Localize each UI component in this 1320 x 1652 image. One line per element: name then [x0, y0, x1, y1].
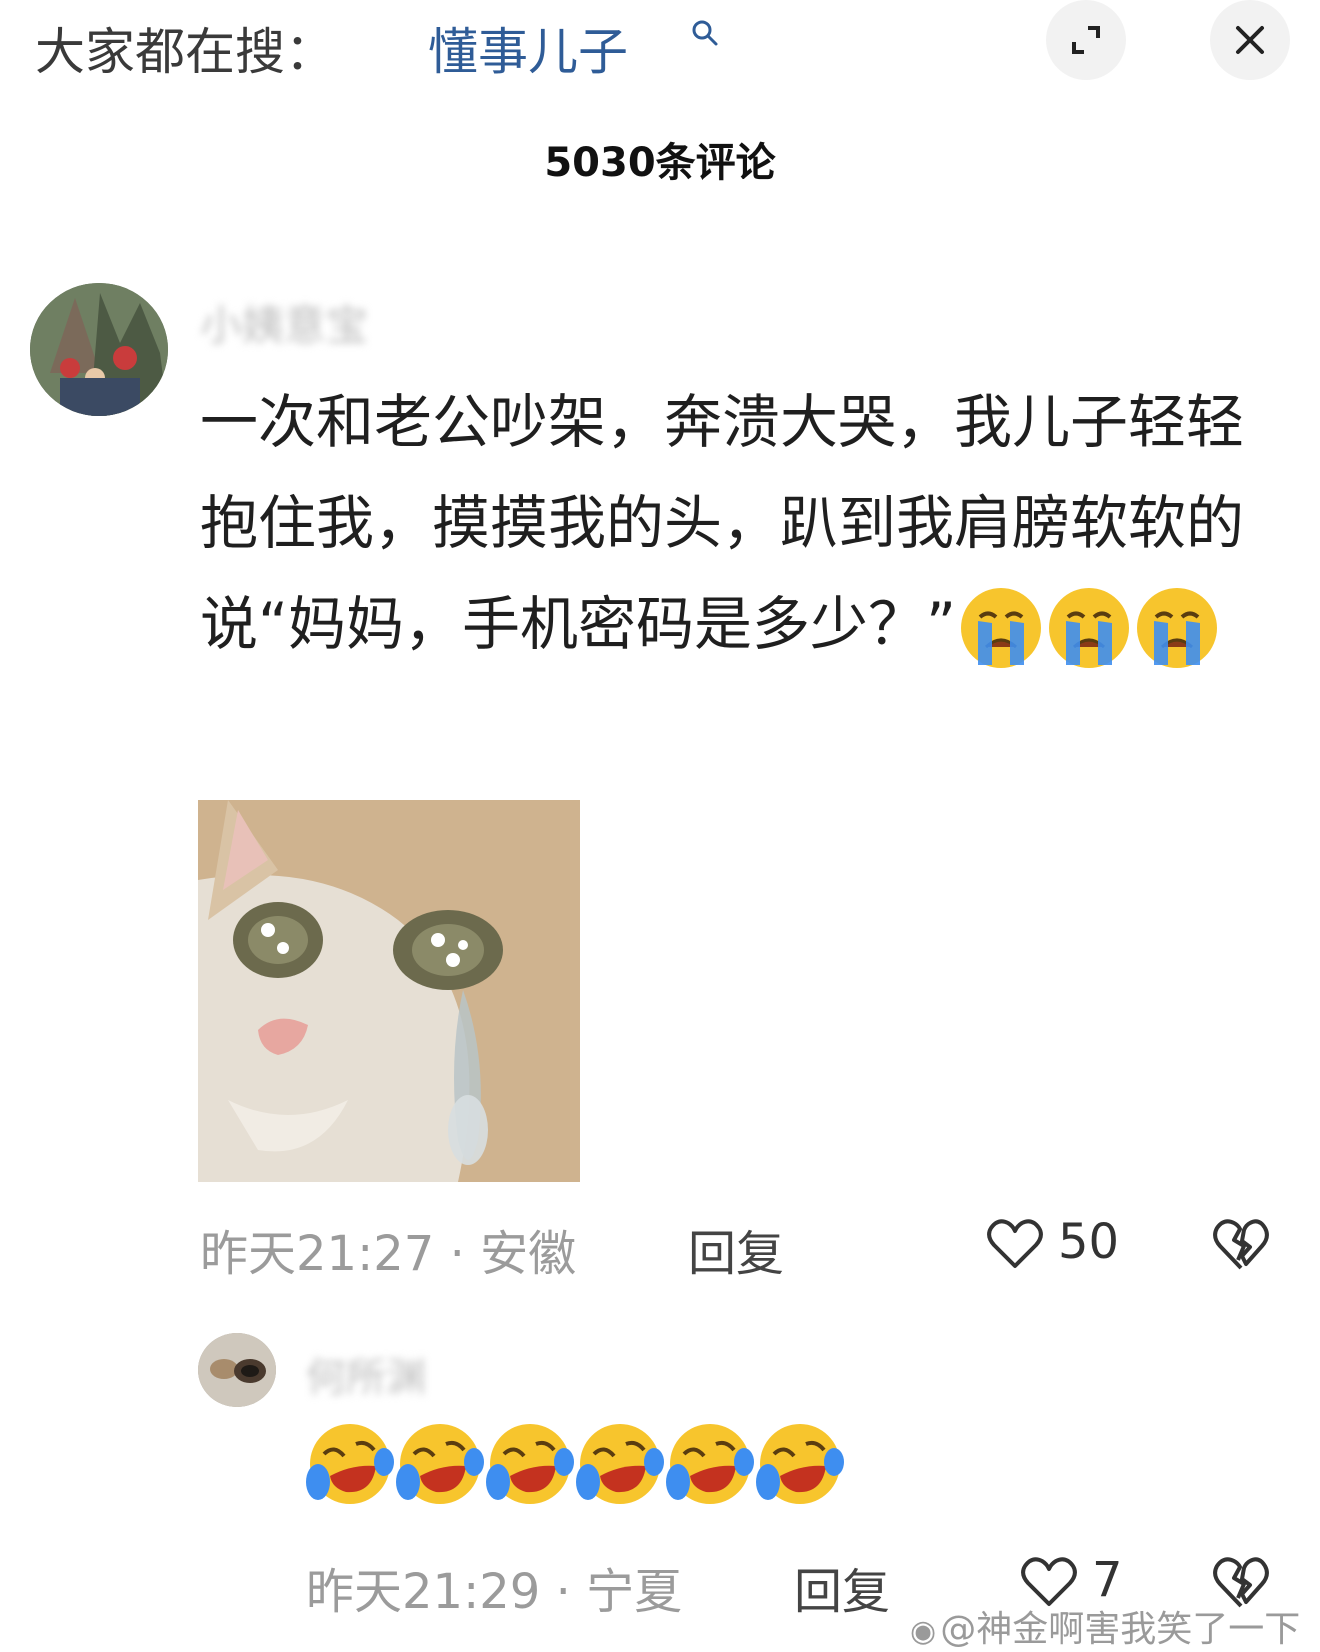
laughing-crying-face-icon	[306, 1424, 394, 1504]
watermark-text: @神金啊害我笑了一下	[940, 1609, 1301, 1650]
loudly-crying-face-icon	[1049, 587, 1130, 668]
comment-meta: 昨天21:29 · 宁夏	[306, 1564, 683, 1620]
comment-username[interactable]: 何所渊	[306, 1345, 526, 1401]
crying-cat-image[interactable]	[198, 800, 580, 1182]
reply-button[interactable]: 回复	[688, 1214, 784, 1284]
like-count: 50	[1058, 1214, 1120, 1270]
search-icon	[692, 20, 718, 46]
watermark: ◉ @神金啊害我笑了一下	[910, 1600, 1300, 1652]
laughing-crying-face-icon	[396, 1424, 484, 1504]
weibo-logo-icon: ◉	[910, 1614, 937, 1649]
avatar-photo	[30, 283, 168, 416]
loudly-crying-face-icon	[1137, 587, 1218, 668]
avatar-photo	[198, 1333, 276, 1407]
reply-button[interactable]: 回复	[794, 1552, 890, 1622]
crying-cat-picture	[198, 800, 580, 1182]
comment-meta: 昨天21:27 · 安徽	[200, 1226, 577, 1282]
laughing-crying-face-icon	[666, 1424, 754, 1504]
expand-button[interactable]	[1046, 0, 1126, 80]
comment-body	[306, 1420, 846, 1512]
search-term-link[interactable]: 懂事儿子	[428, 12, 628, 84]
close-button[interactable]	[1210, 0, 1290, 80]
loudly-crying-face-icon	[961, 587, 1042, 668]
comment-username[interactable]: 小姨意宝	[200, 292, 430, 350]
top-bar: 大家都在搜： 懂事儿子	[0, 0, 1320, 95]
expand-icon	[1072, 26, 1100, 54]
comment-body: 一次和老公吵架，奔溃大哭，我儿子轻轻抱住我，摸摸我的头，趴到我肩膀软软的说“妈妈…	[200, 372, 1260, 675]
laughing-crying-face-icon	[756, 1424, 844, 1504]
avatar[interactable]	[198, 1333, 276, 1407]
laughing-crying-face-icon	[576, 1424, 664, 1504]
search-prefix-label: 大家都在搜：	[35, 23, 335, 81]
laughing-crying-face-icon	[486, 1424, 574, 1504]
close-icon	[1236, 26, 1264, 54]
broken-heart-icon[interactable]	[1212, 1216, 1270, 1272]
comment-count-title: 5030条评论	[544, 140, 776, 186]
heart-icon[interactable]	[986, 1218, 1044, 1270]
avatar[interactable]	[30, 283, 168, 416]
